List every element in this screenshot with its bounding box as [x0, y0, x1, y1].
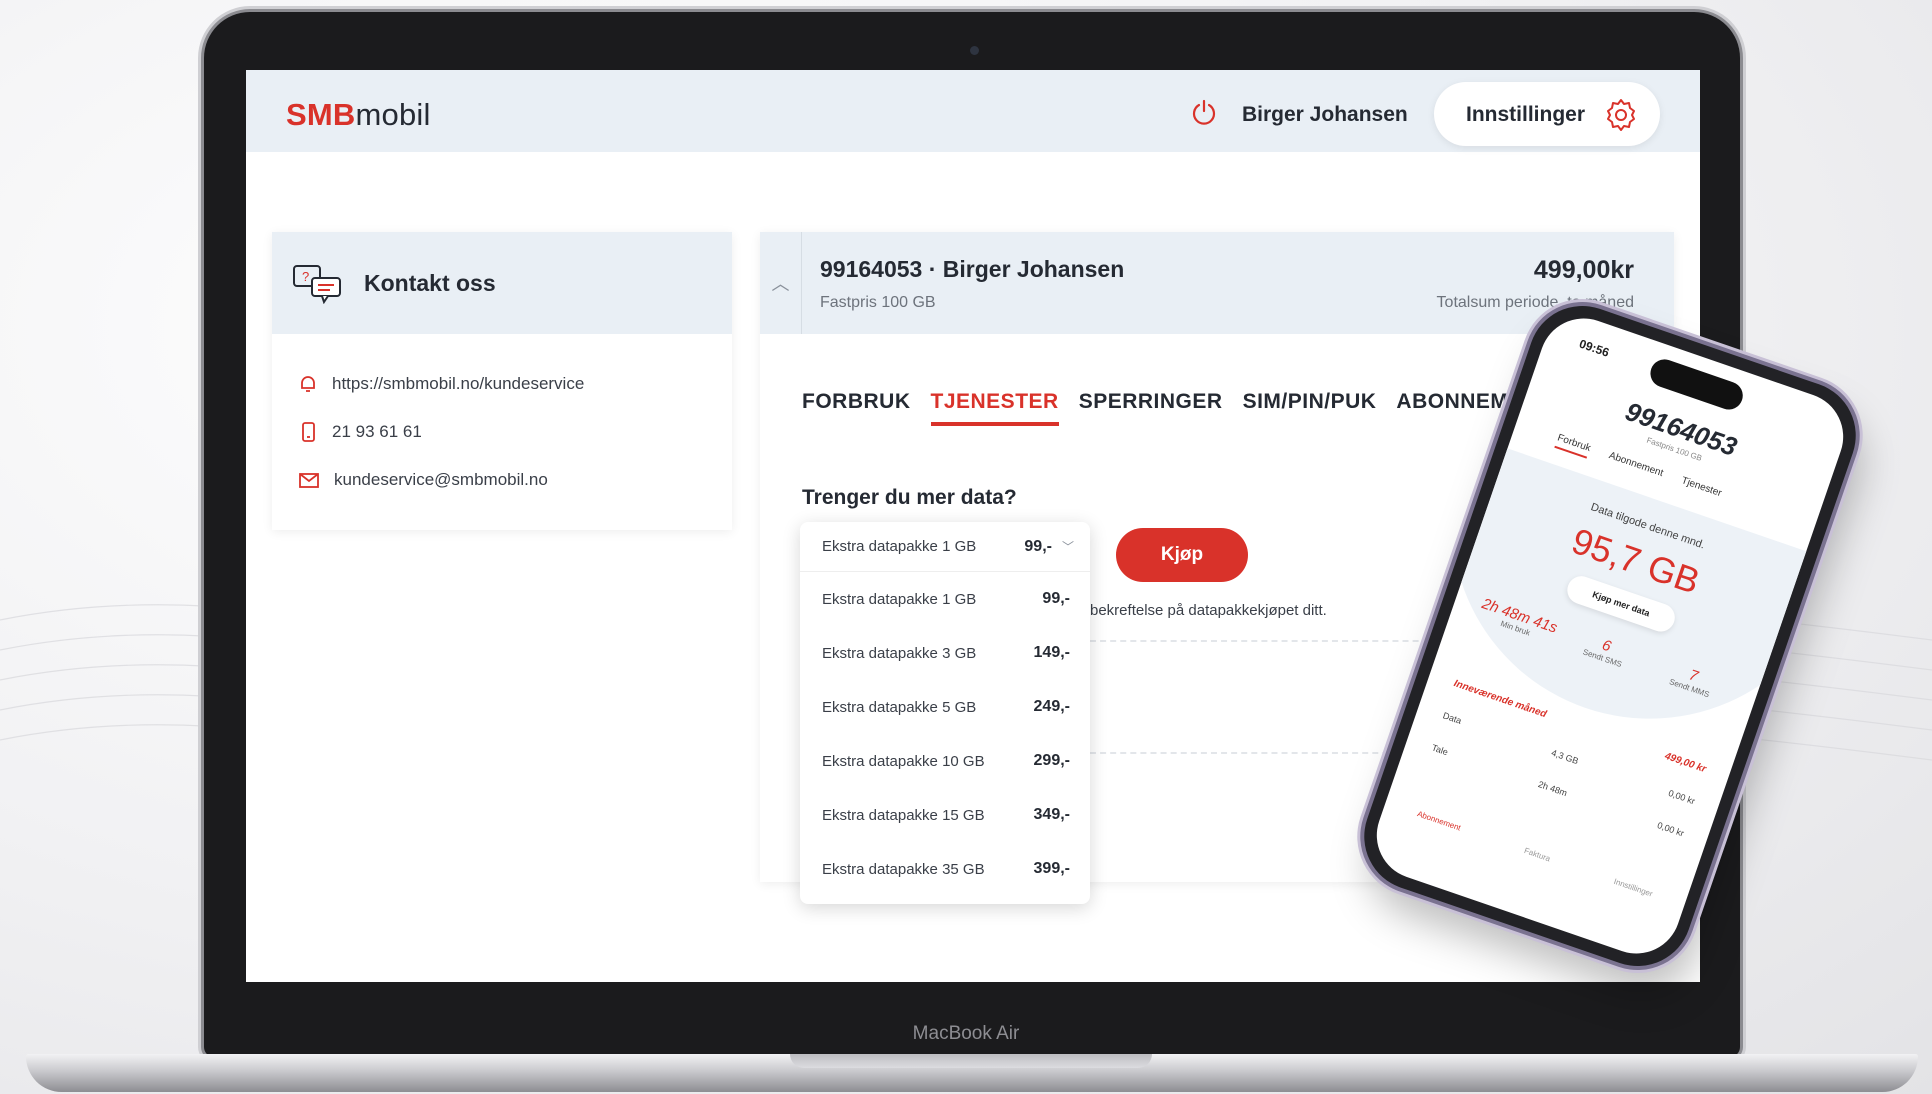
- phone-tab-abonnement[interactable]: Abonnement: [1606, 450, 1664, 484]
- chevron-down-icon: ﹀: [1061, 540, 1074, 554]
- tab-sim-pin-puk[interactable]: SIM/PIN/PUK: [1243, 390, 1377, 426]
- subscription-number: 99164053 · Birger Johansen: [820, 256, 1125, 282]
- confirm-text: bekreftelse på datapakkekjøpet ditt.: [1090, 602, 1327, 619]
- bell-icon: [301, 376, 315, 392]
- dynamic-island: [1646, 355, 1747, 414]
- dropdown-option[interactable]: Ekstra datapakke 5 GB 249,-: [800, 680, 1090, 734]
- tab-tjenester[interactable]: TJENESTER: [930, 390, 1059, 426]
- phone-nav-innstillinger[interactable]: Innstillinger: [1613, 877, 1654, 899]
- power-icon[interactable]: [1190, 98, 1218, 126]
- subscription-header[interactable]: ︿ 99164053 · Birger Johansen Fastpris 10…: [760, 232, 1674, 334]
- chevron-up-icon[interactable]: ︿: [760, 232, 802, 334]
- phone-icon: [302, 422, 315, 442]
- contact-url-row[interactable]: https://smbmobil.no/kundeservice: [298, 370, 584, 398]
- phone-month-amount: 499,00 kr: [1663, 750, 1708, 776]
- top-header: SMBmobil Birger Johansen Innstillinger: [246, 70, 1700, 152]
- dropdown-option[interactable]: Ekstra datapakke 10 GB 299,-: [800, 734, 1090, 788]
- tab-bar: FORBRUK TJENESTER SPERRINGER SIM/PIN/PUK…: [802, 390, 1552, 426]
- webcam: [970, 46, 979, 55]
- phone-tab-tjenester[interactable]: Tjenester: [1678, 475, 1723, 504]
- subscription-price: 499,00kr: [1533, 256, 1634, 284]
- contact-email[interactable]: kundeservice@smbmobil.no: [334, 470, 548, 490]
- tab-forbruk[interactable]: FORBRUK: [802, 390, 911, 426]
- laptop-model-label: MacBook Air: [912, 1023, 1020, 1044]
- contact-url[interactable]: https://smbmobil.no/kundeservice: [332, 374, 584, 394]
- phone-month-label: Inneværende måned: [1452, 678, 1548, 721]
- phone-tab-forbruk[interactable]: Forbruk: [1554, 432, 1593, 459]
- dropdown-option[interactable]: Ekstra datapakke 15 GB 349,-: [800, 788, 1090, 842]
- datapakke-dropdown[interactable]: Ekstra datapakke 1 GB 99,- ﹀ Ekstra datap…: [800, 522, 1090, 904]
- dropdown-option[interactable]: Ekstra datapakke 3 GB 149,-: [800, 626, 1090, 680]
- data-question: Trenger du mer data?: [802, 486, 1017, 509]
- phone-nav-faktura[interactable]: Faktura: [1523, 846, 1552, 863]
- contact-phone-row[interactable]: 21 93 61 61: [298, 418, 422, 446]
- settings-label: Innstillinger: [1466, 103, 1586, 126]
- user-name: Birger Johansen: [1242, 103, 1408, 126]
- chat-icon: ?: [293, 265, 341, 304]
- subscription-price-label: Totalsum periode, to måned: [1436, 294, 1634, 311]
- smbmobil-logo[interactable]: SMBmobil: [286, 97, 431, 133]
- subscription-plan: Fastpris 100 GB: [820, 294, 936, 311]
- contact-card: ? Kontakt oss https://smbmobil.no/kundes…: [272, 232, 732, 530]
- contact-phone[interactable]: 21 93 61 61: [332, 422, 422, 442]
- buy-button[interactable]: Kjøp: [1116, 528, 1248, 582]
- gear-icon: [1607, 99, 1635, 131]
- phone-clock: 09:56: [1577, 336, 1611, 360]
- svg-text:?: ?: [302, 269, 309, 284]
- dropdown-option[interactable]: Ekstra datapakke 35 GB 399,-: [800, 842, 1090, 896]
- settings-button[interactable]: Innstillinger: [1434, 82, 1660, 146]
- contact-title: Kontakt oss: [364, 270, 496, 296]
- dropdown-selected[interactable]: Ekstra datapakke 1 GB 99,- ﹀: [800, 522, 1090, 572]
- contact-header: ? Kontakt oss: [272, 232, 732, 334]
- tab-sperringer[interactable]: SPERRINGER: [1079, 390, 1223, 426]
- dropdown-option[interactable]: Ekstra datapakke 1 GB 99,-: [800, 572, 1090, 626]
- laptop-notch: [790, 1054, 1152, 1068]
- phone-nav-abonnement[interactable]: Abonnement: [1416, 809, 1462, 832]
- contact-email-row[interactable]: kundeservice@smbmobil.no: [298, 466, 548, 494]
- mail-icon: [299, 473, 319, 488]
